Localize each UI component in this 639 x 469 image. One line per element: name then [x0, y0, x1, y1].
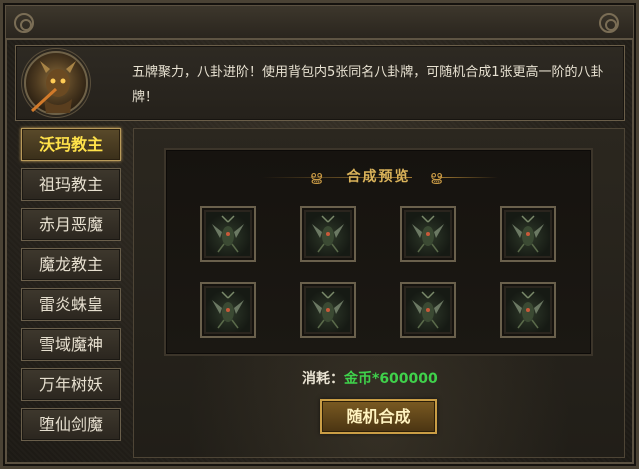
synthesis-preview-panel: ൠ ൠ 合成预览 — [164, 148, 593, 356]
winged-insect-card-icon — [506, 212, 550, 256]
cost-value: 金币*600000 — [344, 371, 438, 387]
preview-slot[interactable] — [300, 206, 356, 262]
random-synthesize-button[interactable]: 随机合成 — [320, 399, 437, 434]
winged-insect-card-icon — [206, 212, 250, 256]
sidebar-item-woma[interactable]: 沃玛教主 — [21, 128, 121, 161]
cost-label: 消耗： — [302, 371, 344, 387]
preview-slot[interactable] — [200, 282, 256, 338]
preview-slot[interactable] — [200, 206, 256, 262]
sidebar-item-shuyao[interactable]: 万年树妖 — [21, 368, 121, 401]
sidebar-item-leiyan[interactable]: 雷炎蛛皇 — [21, 288, 121, 321]
sidebar-item-molong[interactable]: 魔龙教主 — [21, 248, 121, 281]
info-header: 五牌聚力，八卦进阶！使用背包内5张同名八卦牌，可随机合成1张更高一阶的八卦牌！ — [15, 45, 625, 121]
preview-title: 合成预览 — [346, 169, 411, 185]
preview-slot[interactable] — [300, 282, 356, 338]
corner-swirl-icon — [599, 13, 619, 33]
description-text: 五牌聚力，八卦进阶！使用背包内5张同名八卦牌，可随机合成1张更高一阶的八卦牌！ — [132, 65, 604, 105]
sidebar-item-chiyue[interactable]: 赤月恶魔 — [21, 208, 121, 241]
sidebar-item-zuma[interactable]: 祖玛教主 — [21, 168, 121, 201]
winged-insect-card-icon — [406, 212, 450, 256]
winged-insect-card-icon — [406, 288, 450, 332]
sidebar-item-duoxian[interactable]: 堕仙剑魔 — [21, 408, 121, 441]
winged-insect-card-icon — [306, 212, 350, 256]
winged-insect-card-icon — [206, 288, 250, 332]
top-ornament-bar — [6, 6, 633, 40]
winged-insect-card-icon — [506, 288, 550, 332]
demon-boss-portrait-icon — [24, 51, 88, 115]
preview-slot[interactable] — [400, 206, 456, 262]
corner-swirl-icon — [14, 13, 34, 33]
cost-display: 消耗：金币*600000 — [302, 368, 438, 388]
preview-slot[interactable] — [500, 282, 556, 338]
winged-insect-card-icon — [306, 288, 350, 332]
preview-slot[interactable] — [500, 206, 556, 262]
sidebar-item-xueyu[interactable]: 雪域魔神 — [21, 328, 121, 361]
preview-slot[interactable] — [400, 282, 456, 338]
